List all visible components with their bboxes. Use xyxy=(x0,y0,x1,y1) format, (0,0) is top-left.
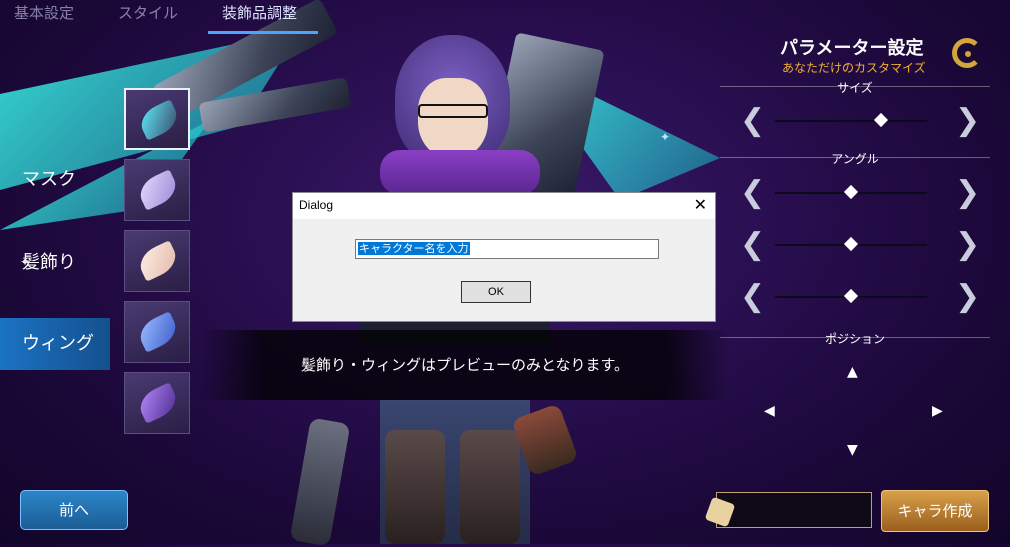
item-thumbnail[interactable] xyxy=(124,88,190,150)
slider-knob[interactable] xyxy=(843,236,859,252)
parameter-panel-subtitle: あなただけのカスタマイズ xyxy=(782,61,926,75)
item-thumbnail[interactable] xyxy=(124,230,190,292)
slider-knob[interactable] xyxy=(843,184,859,200)
slider-track[interactable] xyxy=(775,120,927,122)
prev-button[interactable]: 前へ xyxy=(20,490,128,530)
parameter-panel: パラメーター設定 あなただけのカスタマイズ サイズ ❮ ❯ アングル ❮ ❯ ❮… xyxy=(720,30,1010,544)
wing-item-icon xyxy=(135,99,183,141)
wing-item-icon xyxy=(134,382,182,424)
chevron-right-icon[interactable]: ❯ xyxy=(955,282,980,312)
position-right-icon[interactable]: ▶ xyxy=(932,403,943,419)
chevron-left-icon[interactable]: ❮ xyxy=(740,282,765,312)
position-up-icon[interactable]: ▲ xyxy=(847,364,858,380)
wing-item-icon xyxy=(134,169,182,211)
character-name-field[interactable] xyxy=(716,492,872,528)
slider-knob[interactable] xyxy=(843,288,859,304)
size-slider[interactable]: ❮ ❯ xyxy=(740,106,980,136)
dice-icon xyxy=(704,496,736,528)
character-glasses xyxy=(418,104,488,118)
parameter-panel-title: パラメーター設定 xyxy=(780,38,924,59)
chevron-left-icon[interactable]: ❮ xyxy=(740,106,765,136)
character-name-input[interactable]: キャラクター名を入力 xyxy=(355,239,659,259)
reset-icon-dot xyxy=(965,51,971,57)
create-character-button[interactable]: キャラ作成 xyxy=(881,490,989,532)
angle-label: アングル xyxy=(831,152,879,166)
character-boot-right xyxy=(460,430,520,544)
angle-slider-3[interactable]: ❮ ❯ xyxy=(740,282,980,312)
position-left-icon[interactable]: ◀ xyxy=(764,403,775,419)
character-name-input-value: キャラクター名を入力 xyxy=(358,242,470,255)
position-down-icon[interactable]: ▼ xyxy=(847,442,858,458)
wing-item-icon xyxy=(134,240,182,282)
chevron-right-icon[interactable]: ❯ xyxy=(955,178,980,208)
category-hair-ornament[interactable]: 髪飾り xyxy=(0,237,110,289)
size-label: サイズ xyxy=(837,81,873,95)
reset-icon[interactable] xyxy=(952,38,982,68)
item-thumbnail[interactable] xyxy=(124,372,190,434)
name-input-dialog: Dialog ✕ キャラクター名を入力 OK xyxy=(292,192,716,322)
dialog-title: Dialog xyxy=(299,198,334,212)
tab-partial[interactable]: スタイル xyxy=(118,2,178,23)
chevron-right-icon[interactable]: ❯ xyxy=(955,106,980,136)
character-scarf xyxy=(380,150,540,195)
character-face xyxy=(418,78,488,158)
sparkle: ✦ xyxy=(660,130,671,144)
dialog-titlebar: Dialog ✕ xyxy=(293,193,715,219)
category-wing[interactable]: ウィング xyxy=(0,318,110,370)
chevron-left-icon[interactable]: ❮ xyxy=(740,230,765,260)
preview-notice-text: 髪飾り・ウィングはプレビューのみとなります。 xyxy=(300,356,630,374)
angle-slider-2[interactable]: ❮ ❯ xyxy=(740,230,980,260)
wing-item-icon xyxy=(134,311,182,353)
item-thumbnail[interactable] xyxy=(124,159,190,221)
top-tab-bar: 基本設定 スタイル 装飾品調整 xyxy=(0,0,330,34)
tab-accessory[interactable]: 装飾品調整 xyxy=(222,2,297,23)
random-dice-button[interactable] xyxy=(704,494,738,528)
preview-notice-banner: 髪飾り・ウィングはプレビューのみとなります。 xyxy=(200,330,730,400)
character-weapon-left xyxy=(289,417,351,547)
position-label: ポジション xyxy=(824,332,885,346)
slider-knob[interactable] xyxy=(874,112,889,128)
character-boot-left xyxy=(385,430,445,544)
tab-basic[interactable]: 基本設定 xyxy=(14,2,74,23)
ok-button[interactable]: OK xyxy=(461,281,531,303)
category-mask[interactable]: マスク xyxy=(0,154,110,206)
item-thumbnail[interactable] xyxy=(124,301,190,363)
chevron-right-icon[interactable]: ❯ xyxy=(955,230,980,260)
angle-slider-1[interactable]: ❮ ❯ xyxy=(740,178,980,208)
close-icon[interactable]: ✕ xyxy=(694,195,707,214)
tab-active-indicator xyxy=(208,31,318,34)
chevron-left-icon[interactable]: ❮ xyxy=(740,178,765,208)
